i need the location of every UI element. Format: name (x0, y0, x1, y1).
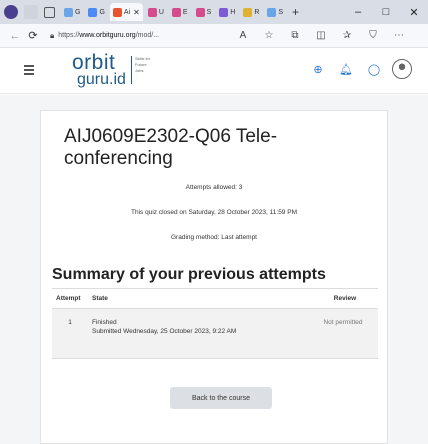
tab-favicon-icon (195, 7, 205, 17)
header-actions: ⊕ 🔔︎ ◯ (304, 59, 412, 79)
quiz-closed-date: This quiz closed on Saturday, 28 October… (131, 209, 297, 216)
url-host: www.orbitguru.org (79, 32, 136, 39)
summary-heading: Summary of your previous attempts (52, 266, 326, 283)
extensions-icon[interactable]: ⧉ (282, 30, 308, 41)
tab-favicon-icon (219, 7, 229, 17)
tab-favicon-icon (147, 7, 157, 17)
browser-tab[interactable]: S (264, 3, 286, 21)
browser-tab[interactable]: R (240, 3, 262, 21)
url-field[interactable]: 🔒︎ https://www.orbitguru.org/mod/... (46, 28, 224, 44)
tab-favicon-icon (243, 7, 253, 17)
notification-bell-icon[interactable]: 🔔︎ (332, 63, 360, 76)
site-logo[interactable]: orbit guru.id (72, 51, 126, 89)
window-controls: – □ ✕ (344, 0, 428, 24)
tab-favicon-icon (267, 7, 277, 17)
attempt-state: Finished (92, 319, 117, 326)
back-to-course-button[interactable]: Back to the course (170, 387, 272, 409)
site-header: orbit guru.id Skills for Future Jobs ⊕ 🔔… (0, 48, 428, 94)
tab-favicon-icon (88, 7, 98, 17)
table-row: 1 Finished Submitted Wednesday, 25 Octob… (52, 308, 378, 359)
favorite-star-icon[interactable]: ☆ (256, 30, 282, 41)
tab-label: G (99, 8, 105, 16)
quiz-title: AIJ0609E2302-Q06 Tele-conferencing (64, 126, 278, 169)
back-arrow-icon[interactable]: ← (6, 30, 24, 42)
browser-tab[interactable]: G (61, 3, 83, 21)
url-path: /mod/... (135, 32, 160, 39)
minimize-icon[interactable]: – (344, 6, 372, 18)
close-tab-icon[interactable]: ✕ (133, 8, 140, 17)
tab-label: U (158, 8, 164, 16)
new-tab-icon[interactable]: + (292, 5, 299, 19)
browser-tab[interactable]: Ai ✕ (109, 3, 143, 21)
read-aloud-icon[interactable]: A (230, 30, 256, 41)
browser-tab[interactable]: G (85, 3, 107, 21)
attempt-state-cell: Finished Submitted Wednesday, 25 October… (88, 308, 308, 359)
messages-icon[interactable]: ◯ (360, 63, 388, 76)
maximize-icon[interactable]: □ (372, 6, 400, 18)
tab-favicon-icon (171, 7, 181, 17)
lock-icon: 🔒︎ (50, 30, 55, 40)
attempt-review: Not permitted (308, 308, 378, 359)
more-icon[interactable]: ⋯ (386, 30, 412, 41)
browser-tab[interactable]: U (145, 3, 167, 21)
attempts-table: Attempt State Review 1 Finished Submitte… (52, 288, 378, 359)
split-screen-icon[interactable]: ◫ (308, 30, 334, 41)
browser-profile-icon[interactable] (4, 5, 18, 19)
browser-tabs: G G Ai ✕ U E S H R S (61, 3, 288, 21)
tab-label: E (182, 8, 188, 16)
tab-label: R (254, 8, 260, 16)
language-globe-icon[interactable]: ⊕ (304, 63, 332, 76)
browser-workspaces-icon[interactable] (24, 5, 38, 19)
tab-label: S (278, 8, 284, 16)
url-prefix: https:// (58, 32, 80, 39)
browser-tab-bar: G G Ai ✕ U E S H R S + – □ ✕ (0, 0, 428, 24)
menu-icon[interactable] (24, 65, 34, 77)
favorites-icon[interactable]: ✰ (334, 30, 360, 41)
logo-wordmark-bottom: guru.id (77, 71, 126, 88)
close-window-icon[interactable]: ✕ (400, 6, 428, 19)
browser-toolbar: A ☆ ⧉ ◫ ✰ ⛉ ⋯ (230, 30, 412, 41)
attempt-submitted: Submitted Wednesday, 25 October 2023, 9:… (92, 328, 237, 335)
shield-icon[interactable]: ⛉ (360, 30, 386, 41)
grading-method: Grading method: Last attempt (171, 234, 257, 241)
tab-favicon-icon (64, 7, 73, 17)
table-header-row: Attempt State Review (52, 288, 378, 309)
attempt-number: 1 (52, 308, 88, 359)
tab-favicon-icon (112, 7, 122, 17)
logo-tagline: Skills for Future Jobs (135, 56, 151, 73)
browser-address-bar: ← ⟳ 🔒︎ https://www.orbitguru.org/mod/...… (0, 24, 428, 48)
tab-label: S (206, 8, 212, 16)
tab-label: Ai (123, 8, 131, 16)
tab-label: H (230, 8, 236, 16)
tab-actions-icon[interactable] (44, 6, 55, 18)
browser-tab[interactable]: S (193, 3, 215, 21)
browser-tab[interactable]: E (169, 3, 191, 21)
browser-tab[interactable]: H (216, 3, 238, 21)
attempts-allowed: Attempts allowed: 3 (185, 184, 243, 191)
logo-wordmark-top: orbit (72, 51, 116, 74)
column-header-attempt: Attempt (52, 288, 88, 309)
user-avatar-icon[interactable] (392, 59, 412, 79)
column-header-review: Review (308, 288, 378, 309)
tab-label: G (75, 8, 81, 16)
refresh-icon[interactable]: ⟳ (24, 29, 42, 42)
column-header-state: State (88, 288, 308, 309)
logo-divider (131, 56, 132, 84)
